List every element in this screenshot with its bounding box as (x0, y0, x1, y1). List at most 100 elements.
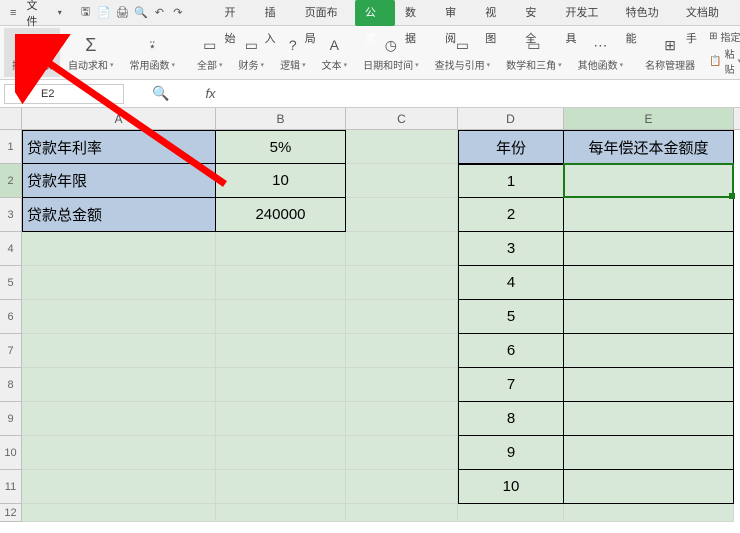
bgcell[interactable] (458, 504, 564, 522)
magnify-icon[interactable]: 🔍 (152, 85, 169, 102)
bgcell[interactable] (22, 470, 216, 504)
cell-e3[interactable] (564, 198, 734, 232)
cell-d10[interactable]: 9 (458, 436, 564, 470)
col-header-a[interactable]: A (22, 108, 216, 129)
name-manager-button[interactable]: ⊞ 名称管理器 (637, 28, 703, 77)
col-header-c[interactable]: C (346, 108, 458, 129)
bgcell[interactable] (216, 334, 346, 368)
cell-e4[interactable] (564, 232, 734, 266)
bgcell[interactable] (346, 402, 458, 436)
bgcell[interactable] (216, 470, 346, 504)
cell-e5[interactable] (564, 266, 734, 300)
cell-a1[interactable]: 贷款年利率 (22, 130, 216, 164)
row-header-11[interactable]: 11 (0, 470, 22, 504)
cell-d11[interactable]: 10 (458, 470, 564, 504)
cell-a3[interactable]: 贷款总金额 (22, 198, 216, 232)
assign-button[interactable]: ⊞指定 (709, 29, 740, 44)
col-header-e[interactable]: E (564, 108, 734, 129)
bgcell[interactable] (564, 504, 734, 522)
tab-devtools[interactable]: 开发工具 (555, 0, 615, 26)
row-header-1[interactable]: 1 (0, 130, 22, 164)
tab-data[interactable]: 数据 (395, 0, 435, 26)
bgcell[interactable] (216, 232, 346, 266)
tab-start[interactable]: 开始 (214, 0, 254, 26)
dropdown-icon[interactable]: ▾ (52, 4, 68, 22)
bgcell[interactable] (22, 266, 216, 300)
cell-b2[interactable]: 10 (216, 164, 346, 198)
tab-insert[interactable]: 插入 (255, 0, 295, 26)
redo-icon[interactable]: ↷ (170, 4, 186, 22)
bgcell[interactable] (216, 300, 346, 334)
row-header-12[interactable]: 12 (0, 504, 22, 522)
cell-e7[interactable] (564, 334, 734, 368)
bgcell[interactable] (346, 470, 458, 504)
fx-label[interactable]: fx (205, 86, 215, 101)
bgcell[interactable] (346, 266, 458, 300)
tab-dochelper[interactable]: 文档助手 (676, 0, 736, 26)
cell-b3[interactable]: 240000 (216, 198, 346, 232)
bgcell[interactable] (216, 504, 346, 522)
logic-button[interactable]: ? 逻辑▾ (272, 28, 314, 77)
row-header-3[interactable]: 3 (0, 198, 22, 232)
cell-e2[interactable] (564, 164, 734, 198)
tab-pagelayout[interactable]: 页面布局 (295, 0, 355, 26)
cell-d1[interactable]: 年份 (458, 130, 564, 164)
row-header-2[interactable]: 2 (0, 164, 22, 198)
bgcell[interactable] (22, 334, 216, 368)
bgcell[interactable] (216, 402, 346, 436)
tab-view[interactable]: 视图 (475, 0, 515, 26)
file-menu[interactable]: 文件 (26, 0, 46, 29)
print-icon[interactable]: 🖨 (114, 4, 130, 22)
cell-e6[interactable] (564, 300, 734, 334)
save-icon[interactable]: 🖫 (77, 4, 93, 22)
bgcell[interactable] (346, 164, 458, 198)
text-button[interactable]: A 文本▾ (314, 28, 356, 77)
row-header-5[interactable]: 5 (0, 266, 22, 300)
select-all-corner[interactable] (0, 108, 22, 129)
cell-e9[interactable] (564, 402, 734, 436)
row-header-8[interactable]: 8 (0, 368, 22, 402)
cell-e10[interactable] (564, 436, 734, 470)
cell-a2[interactable]: 贷款年限 (22, 164, 216, 198)
cell-d6[interactable]: 5 (458, 300, 564, 334)
autosum-button[interactable]: Σ 自动求和▾ (60, 28, 122, 77)
cell-d9[interactable]: 8 (458, 402, 564, 436)
lookup-button[interactable]: ▭ 查找与引用▾ (427, 28, 499, 77)
preview-icon[interactable]: 🔍 (133, 4, 149, 22)
row-header-9[interactable]: 9 (0, 402, 22, 436)
bgcell[interactable] (22, 300, 216, 334)
menu-icon[interactable]: ≡ (5, 4, 21, 22)
row-header-4[interactable]: 4 (0, 232, 22, 266)
bgcell[interactable] (346, 334, 458, 368)
cell-d7[interactable]: 6 (458, 334, 564, 368)
cell-b1[interactable]: 5% (216, 130, 346, 164)
bgcell[interactable] (346, 232, 458, 266)
col-header-d[interactable]: D (458, 108, 564, 129)
common-functions-button[interactable]: ⍣ 常用函数▾ (122, 28, 184, 77)
bgcell[interactable] (216, 368, 346, 402)
tab-formula[interactable]: 公式 (355, 0, 395, 26)
row-header-10[interactable]: 10 (0, 436, 22, 470)
bgcell[interactable] (22, 504, 216, 522)
tab-security[interactable]: 安全 (515, 0, 555, 26)
row-header-7[interactable]: 7 (0, 334, 22, 368)
doc-icon[interactable]: 📄 (96, 4, 112, 22)
cell-e8[interactable] (564, 368, 734, 402)
tab-special[interactable]: 特色功能 (616, 0, 676, 26)
cell-d8[interactable]: 7 (458, 368, 564, 402)
name-box[interactable] (4, 84, 124, 104)
bgcell[interactable] (22, 232, 216, 266)
cell-d4[interactable]: 3 (458, 232, 564, 266)
bgcell[interactable] (22, 368, 216, 402)
bgcell[interactable] (346, 504, 458, 522)
cell-e11[interactable] (564, 470, 734, 504)
bgcell[interactable] (346, 300, 458, 334)
paste-button[interactable]: 📋粘贴▾ (709, 46, 740, 76)
cell-e1[interactable]: 每年偿还本金额度 (564, 130, 734, 164)
bgcell[interactable] (346, 436, 458, 470)
bgcell[interactable] (346, 130, 458, 164)
bgcell[interactable] (346, 368, 458, 402)
bgcell[interactable] (346, 198, 458, 232)
math-button[interactable]: ▭ 数学和三角▾ (498, 28, 570, 77)
other-func-button[interactable]: ⋯ 其他函数▾ (570, 28, 632, 77)
